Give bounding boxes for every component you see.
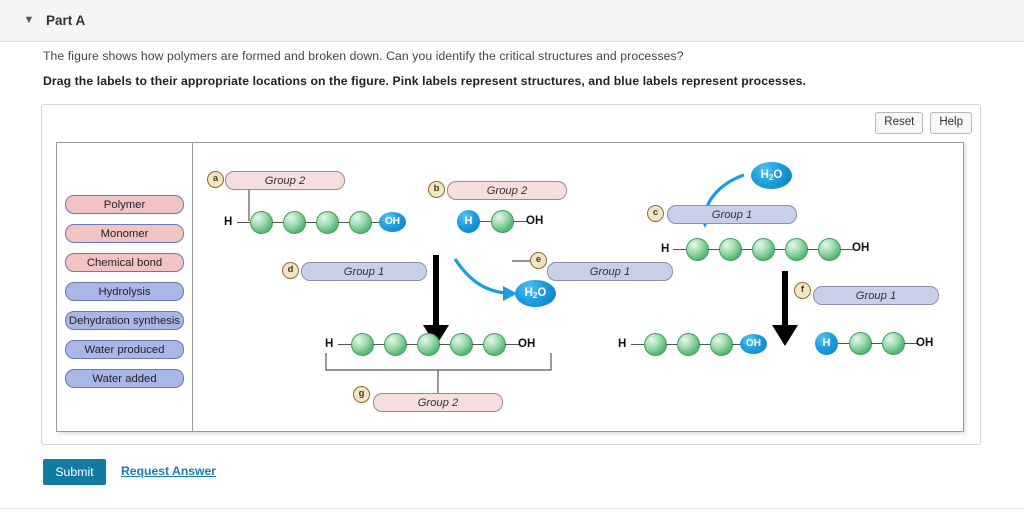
atom-h-b: H — [457, 210, 480, 233]
monomer-sphere — [710, 333, 733, 356]
monomer-sphere — [316, 211, 339, 234]
bond — [338, 344, 352, 346]
bond — [673, 249, 687, 251]
bullet-b: b — [428, 181, 445, 198]
bullet-c: c — [647, 205, 664, 222]
atom-h-c: H — [661, 243, 670, 255]
drop-target-b[interactable]: Group 2 — [447, 181, 567, 200]
monomer-sphere — [349, 211, 372, 234]
atom-h-br2: H — [815, 332, 838, 355]
bank-label-water-produced[interactable]: Water produced — [65, 340, 184, 359]
monomer-sphere — [785, 238, 808, 261]
atom-oh-a: OH — [379, 212, 406, 232]
drop-target-f[interactable]: Group 1 — [813, 286, 939, 305]
water-formula: H2O — [760, 169, 783, 182]
atom-oh-br1: OH — [740, 334, 767, 354]
bullet-e: e — [530, 252, 547, 269]
monomer-sphere — [644, 333, 667, 356]
bullet-a: a — [207, 171, 224, 188]
part-header: ▼ Part A — [0, 0, 1024, 42]
page-title: Part A — [46, 13, 86, 28]
bank-label-water-added[interactable]: Water added — [65, 369, 184, 388]
bank-label-hydrolysis[interactable]: Hydrolysis — [65, 282, 184, 301]
submit-button[interactable]: Submit — [43, 459, 106, 485]
monomer-sphere — [417, 333, 440, 356]
monomer-sphere — [351, 333, 374, 356]
monomer-sphere — [818, 238, 841, 261]
drop-target-e[interactable]: Group 1 — [547, 262, 673, 281]
monomer-sphere — [384, 333, 407, 356]
bullet-g: g — [353, 386, 370, 403]
bank-label-dehydration-synthesis[interactable]: Dehydration synthesis — [65, 311, 184, 330]
atom-h-bl: H — [325, 338, 334, 350]
atom-oh-c: OH — [852, 242, 870, 254]
monomer-sphere — [882, 332, 905, 355]
atom-h-br1: H — [618, 338, 627, 350]
question-prompt: The figure shows how polymers are formed… — [43, 49, 684, 63]
monomer-sphere — [283, 211, 306, 234]
bullet-f: f — [794, 282, 811, 299]
monomer-sphere — [450, 333, 473, 356]
drop-target-a[interactable]: Group 2 — [225, 171, 345, 190]
footer-divider — [0, 508, 1024, 509]
bond — [631, 344, 645, 346]
atom-h-a: H — [224, 216, 233, 228]
water-molecule-d: H2O — [515, 280, 556, 307]
monomer-sphere — [686, 238, 709, 261]
question-instruction: Drag the labels to their appropriate loc… — [43, 74, 806, 88]
process-arrow-right — [772, 271, 798, 346]
figure-divider — [192, 143, 193, 431]
monomer-sphere — [752, 238, 775, 261]
activity-panel: Reset Help Polymer Monomer Chemical bond… — [41, 104, 981, 445]
water-molecule-c: H2O — [751, 162, 792, 189]
panel-toolbar: Reset Help — [875, 112, 972, 134]
water-produced-arrow — [453, 258, 517, 301]
caret-down-icon[interactable]: ▼ — [18, 15, 40, 26]
bond — [505, 344, 519, 346]
bond — [513, 221, 527, 223]
reset-button[interactable]: Reset — [875, 112, 924, 134]
drop-target-d[interactable]: Group 1 — [301, 262, 427, 281]
drop-target-c[interactable]: Group 1 — [667, 205, 797, 224]
request-answer-link[interactable]: Request Answer — [121, 464, 216, 478]
monomer-sphere — [719, 238, 742, 261]
bank-label-chemical-bond[interactable]: Chemical bond — [65, 253, 184, 272]
label-bank: Polymer Monomer Chemical bond Hydrolysis… — [57, 195, 192, 398]
atom-oh-br2: OH — [916, 337, 934, 349]
bank-label-polymer[interactable]: Polymer — [65, 195, 184, 214]
bullet-d: d — [282, 262, 299, 279]
figure-frame: Polymer Monomer Chemical bond Hydrolysis… — [56, 142, 964, 432]
water-formula: H2O — [524, 287, 547, 300]
monomer-sphere — [677, 333, 700, 356]
monomer-sphere — [250, 211, 273, 234]
atom-oh-bl: OH — [518, 338, 536, 350]
drop-target-g[interactable]: Group 2 — [373, 393, 503, 412]
bank-label-monomer[interactable]: Monomer — [65, 224, 184, 243]
bond — [237, 222, 251, 224]
monomer-sphere — [483, 333, 506, 356]
atom-oh-b: OH — [526, 215, 544, 227]
monomer-sphere — [849, 332, 872, 355]
help-button[interactable]: Help — [930, 112, 972, 134]
monomer-sphere — [491, 210, 514, 233]
